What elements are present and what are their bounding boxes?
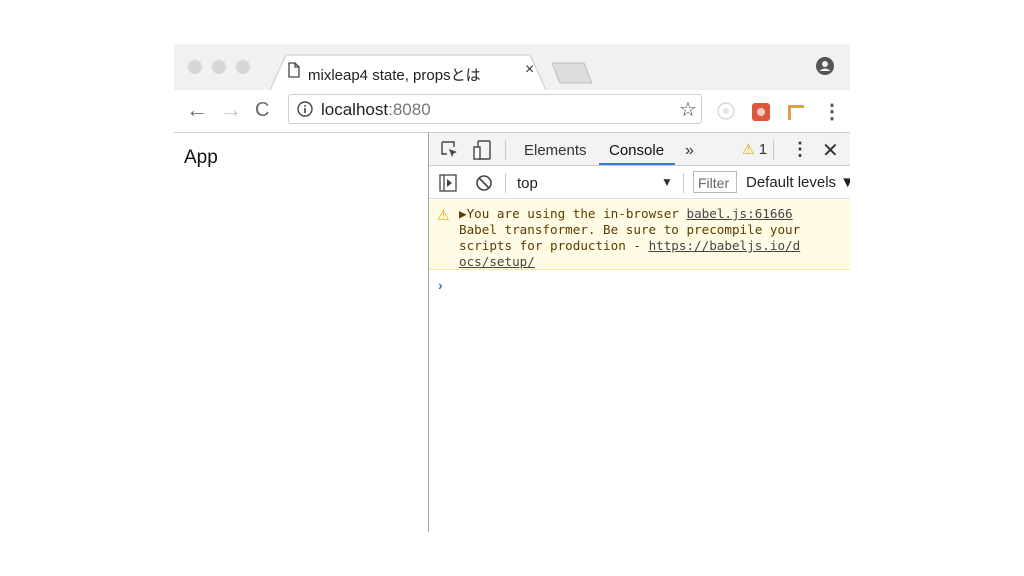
back-button[interactable]: ← xyxy=(186,99,208,121)
warning-line-3: scripts for production - xyxy=(459,238,649,253)
page-viewport: App xyxy=(174,133,428,532)
source-link[interactable]: babel.js:61666 xyxy=(686,206,792,221)
extension-red-icon[interactable] xyxy=(751,102,771,127)
warning-counter[interactable]: ⚠ 1 xyxy=(742,141,767,158)
log-levels-dropdown[interactable]: Default levels ▼ xyxy=(746,174,850,191)
divider xyxy=(505,173,506,193)
active-tab-indicator xyxy=(599,163,675,165)
browser-menu-button[interactable]: ⋮ xyxy=(822,99,842,124)
address-bar[interactable]: localhost:8080 ☆ xyxy=(288,94,702,124)
devtools-panel: Elements Console » ⚠ 1 ⋮ ✕ top ▼ Filter … xyxy=(428,133,850,532)
more-tabs-button[interactable]: » xyxy=(685,142,694,160)
expand-arrow-icon[interactable]: ▶ xyxy=(459,206,467,221)
docs-link[interactable]: https://babeljs.io/d xyxy=(649,238,801,253)
minimize-window-button[interactable] xyxy=(212,60,226,74)
browser-window: mixleap4 state, propsとは × ← → C localhos… xyxy=(174,44,850,532)
info-icon[interactable] xyxy=(297,101,313,122)
browser-toolbar: ← → C localhost:8080 ☆ ⋮ xyxy=(174,90,850,133)
console-toolbar: top ▼ Filter Default levels ▼ xyxy=(429,166,850,199)
url-text: localhost:8080 xyxy=(321,100,431,120)
device-toolbar-icon[interactable] xyxy=(473,140,491,165)
devtools-close-button[interactable]: ✕ xyxy=(822,138,839,163)
context-selector[interactable]: top xyxy=(517,175,538,192)
app-root-text: App xyxy=(184,147,218,168)
forward-button[interactable]: → xyxy=(220,99,242,121)
divider xyxy=(683,173,684,193)
new-tab-button[interactable] xyxy=(551,62,593,89)
console-warning-message: ⚠ ▶You are using the in-browser babel.js… xyxy=(429,200,850,270)
warning-count: 1 xyxy=(758,141,768,158)
clear-console-icon[interactable] xyxy=(475,174,493,197)
sidebar-toggle-icon[interactable] xyxy=(439,174,457,197)
console-filter-input[interactable]: Filter xyxy=(693,171,737,193)
url-port: :8080 xyxy=(388,100,431,119)
devtools-menu-button[interactable]: ⋮ xyxy=(791,139,809,160)
divider xyxy=(773,140,774,160)
url-host: localhost xyxy=(321,100,389,119)
docs-link-continued[interactable]: ocs/setup/ xyxy=(459,254,535,269)
warning-icon: ⚠ xyxy=(742,141,755,157)
reload-button[interactable]: C xyxy=(255,99,269,121)
extension-ruler-icon[interactable] xyxy=(786,102,806,127)
inspect-icon[interactable] xyxy=(441,141,459,164)
profile-icon[interactable] xyxy=(815,56,835,81)
tab-console[interactable]: Console xyxy=(609,142,664,159)
tab-strip: mixleap4 state, propsとは × xyxy=(174,44,850,90)
tab-title: mixleap4 state, propsとは xyxy=(308,67,481,84)
warning-line-1: You are using the in-browser xyxy=(466,206,687,221)
warning-icon: ⚠ xyxy=(437,207,450,223)
maximize-window-button[interactable] xyxy=(236,60,250,74)
tab-close-button[interactable]: × xyxy=(525,61,534,79)
extension-disabled-icon[interactable] xyxy=(717,102,735,125)
warning-line-2: Babel transformer. Be sure to precompile… xyxy=(459,222,801,237)
close-window-button[interactable] xyxy=(188,60,202,74)
console-prompt[interactable]: › xyxy=(438,277,443,293)
bookmark-star-icon[interactable]: ☆ xyxy=(679,97,697,122)
devtools-tab-bar: Elements Console » ⚠ 1 ⋮ ✕ xyxy=(429,133,850,166)
active-tab[interactable]: mixleap4 state, propsとは × xyxy=(270,54,546,90)
context-dropdown-icon[interactable]: ▼ xyxy=(661,175,673,189)
tab-elements[interactable]: Elements xyxy=(524,142,587,159)
warning-text: ▶You are using the in-browser babel.js:6… xyxy=(459,206,800,270)
divider xyxy=(505,140,506,160)
